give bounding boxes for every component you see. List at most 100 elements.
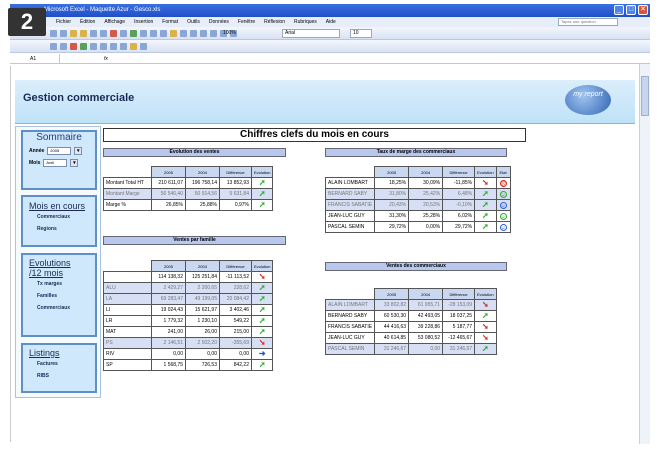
column-header: Différence	[219, 260, 252, 272]
menu-item[interactable]: Réflexion	[264, 17, 285, 27]
nav-item-regions[interactable]: Regions	[23, 223, 95, 235]
toolbar-button-icon[interactable]	[140, 43, 147, 50]
toolbar-button-icon[interactable]	[80, 43, 87, 50]
window-titlebar: Microsoft Excel - Maquette Azur - Gesco.…	[10, 4, 650, 17]
12-mois-link[interactable]: /12 mois	[23, 268, 95, 278]
listings-link[interactable]: Listings	[23, 348, 95, 358]
toolbar-button-icon[interactable]	[100, 43, 107, 50]
menu-item[interactable]: Données	[209, 17, 229, 27]
table-row: RIV 0,00 0,00 0,00 ➜	[103, 348, 274, 360]
table-row: JEAN-LUC GUY 31,30% 25,28% 6,02% ➚ ☺	[324, 210, 511, 222]
trend-up-icon: ➚	[258, 326, 266, 336]
toolbar-button-icon[interactable]	[180, 30, 187, 37]
menu-item[interactable]: Insertion	[134, 17, 153, 27]
menu-item[interactable]: Outils	[187, 17, 200, 27]
toolbar-button-icon[interactable]	[130, 30, 137, 37]
column-header: 2005	[374, 166, 410, 178]
vertical-scrollbar[interactable]	[639, 64, 650, 444]
commerciaux-table: 2005 2004 Différence Evolution ALAIN LOMBART…	[324, 288, 497, 355]
value-difference: 18 037,25	[442, 310, 476, 322]
minimize-button[interactable]: _	[614, 5, 624, 15]
help-search-input[interactable]: Tapez une question	[558, 18, 618, 26]
nav-item-factures[interactable]: Factures	[23, 358, 95, 370]
sommaire-link[interactable]: Sommaire	[23, 132, 95, 143]
row-label: JEAN-LUC GUY	[324, 332, 376, 344]
scroll-thumb[interactable]	[641, 76, 649, 116]
toolbar-button-icon[interactable]	[60, 43, 67, 50]
value-2005: 210 611,07	[151, 177, 186, 189]
column-header: Différence	[442, 166, 476, 178]
toolbar-button-icon[interactable]	[90, 30, 97, 37]
toolbar-button-icon[interactable]	[50, 43, 57, 50]
toolbar-button-icon[interactable]	[140, 30, 147, 37]
row-label: JEAN-LUC GUY	[324, 210, 376, 222]
nav-item-commerciaux[interactable]: Commerciaux	[23, 211, 95, 223]
close-button[interactable]: ✕	[638, 5, 648, 15]
menu-item[interactable]: Rubriques	[294, 17, 317, 27]
nav-item-tx-marges[interactable]: Tx marges	[23, 278, 95, 290]
nav-item-ribs[interactable]: RIBS	[23, 370, 95, 382]
value-2004: 42 493,05	[408, 310, 444, 322]
toolbar-button-icon[interactable]	[170, 30, 177, 37]
smiley-neutral-icon: ☺	[499, 201, 507, 209]
menu-item[interactable]: Édition	[80, 17, 95, 27]
name-box[interactable]: A1	[10, 54, 60, 64]
toolbar-button-icon[interactable]	[120, 30, 127, 37]
evolutions-link[interactable]: Evolutions	[23, 258, 95, 268]
toolbar-button-icon[interactable]	[160, 30, 167, 37]
zoom-select[interactable]: 100%	[223, 29, 236, 38]
menu-item[interactable]: Aide	[326, 17, 336, 27]
toolbar-button-icon[interactable]	[110, 43, 117, 50]
toolbar-button-icon[interactable]	[50, 30, 57, 37]
row-label: Montant Total HT	[103, 177, 152, 189]
toolbar-button-icon[interactable]	[70, 30, 77, 37]
toolbar-button-icon[interactable]	[110, 30, 117, 37]
ventes-box: Mois en cours Commerciaux Regions	[21, 195, 97, 247]
table-row: FRANCIS SABATIE 44 416,63 39 228,86 5 187,7…	[324, 321, 497, 333]
nav-item-commerciaux-evol[interactable]: Commerciaux	[23, 302, 95, 314]
toolbar-button-icon[interactable]	[120, 43, 127, 50]
toolbar-button-icon[interactable]	[210, 30, 217, 37]
menu-item[interactable]: Affichage	[104, 17, 125, 27]
value-difference: 20 084,42	[219, 293, 252, 305]
overlay-badge: 2	[8, 8, 46, 36]
fx-icon[interactable]: fx	[104, 54, 108, 64]
value-2004: 61 955,71	[408, 299, 444, 311]
toolbar-button-icon[interactable]	[80, 30, 87, 37]
toolbar-button-icon[interactable]	[90, 43, 97, 50]
menu-item[interactable]: Fichier	[56, 17, 71, 27]
table-row: ALAIN LOMBART 33 802,82 61 955,71 -28 153,0…	[324, 299, 497, 311]
value-2004: 53 080,52	[408, 332, 444, 344]
value-difference: -12 465,67	[442, 332, 476, 344]
toolbar-button-icon[interactable]	[150, 30, 157, 37]
value-2004: 25,28%	[408, 210, 444, 222]
font-size-select[interactable]: 10	[350, 29, 372, 38]
row-label: LR	[103, 315, 152, 327]
chevron-down-icon[interactable]: ▾	[70, 159, 79, 167]
trend-down-icon: ➘	[481, 299, 489, 309]
nav-item-familles[interactable]: Familles	[23, 290, 95, 302]
evolution-cell: ➚	[474, 221, 497, 233]
toolbar-button-icon[interactable]	[100, 30, 107, 37]
font-select[interactable]: Arial	[282, 29, 340, 38]
menu-item[interactable]: Fenêtre	[238, 17, 255, 27]
value-2004: 2 502,20	[185, 337, 220, 349]
evolution-cell: ➘	[250, 337, 274, 349]
toolbar-button-icon[interactable]	[70, 43, 77, 50]
value-difference: 0,00	[219, 348, 252, 360]
evolution-cell: ➚	[250, 359, 274, 371]
menu-item[interactable]: Format	[162, 17, 178, 27]
chevron-down-icon[interactable]: ▾	[74, 147, 83, 155]
toolbar-button-icon[interactable]	[200, 30, 207, 37]
evolution-cell: ➚	[250, 315, 274, 327]
toolbar-button-icon[interactable]	[60, 30, 67, 37]
mois-en-cours-link[interactable]: Mois en cours	[23, 201, 95, 211]
maximize-button[interactable]: □	[626, 5, 636, 15]
toolbar-button-icon[interactable]	[190, 30, 197, 37]
worksheet[interactable]: Gestion commerciale my report Sommaire A…	[10, 66, 639, 442]
mois-select[interactable]: Avril	[43, 159, 68, 167]
annee-select[interactable]: 2005	[47, 147, 72, 155]
row-label: ALU	[103, 282, 152, 294]
toolbar-button-icon[interactable]	[130, 43, 137, 50]
value-difference: 6,02%	[442, 210, 476, 222]
